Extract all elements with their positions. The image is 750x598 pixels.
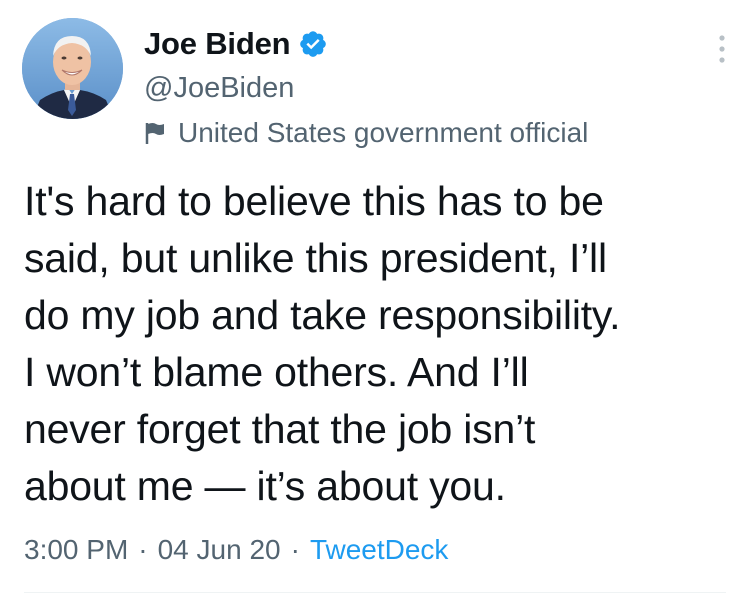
meta-separator: · xyxy=(138,534,148,565)
flag-icon xyxy=(144,121,166,145)
display-name[interactable]: Joe Biden xyxy=(144,26,291,62)
tweet-date[interactable]: 04 Jun 20 xyxy=(158,534,281,566)
author-name-row: Joe Biden xyxy=(144,24,328,64)
meta-separator: · xyxy=(290,534,300,565)
tweet-source-link[interactable]: TweetDeck xyxy=(310,534,449,566)
tweet-text: It's hard to believe this has to be said… xyxy=(24,178,621,509)
user-handle[interactable]: @JoeBiden xyxy=(144,72,294,105)
account-label-row: United States government official xyxy=(144,116,588,150)
more-options-icon[interactable] xyxy=(718,34,726,64)
verified-badge-icon xyxy=(298,29,328,59)
account-label: United States government official xyxy=(178,117,589,148)
tweet-time[interactable]: 3:00 PM xyxy=(24,534,128,566)
divider xyxy=(24,592,726,593)
tweet-card: Joe Biden @JoeBiden United States govern… xyxy=(0,0,750,598)
tweet-metadata: 3:00 PM · 04 Jun 20 · TweetDeck xyxy=(24,534,448,566)
avatar[interactable] xyxy=(22,18,123,119)
